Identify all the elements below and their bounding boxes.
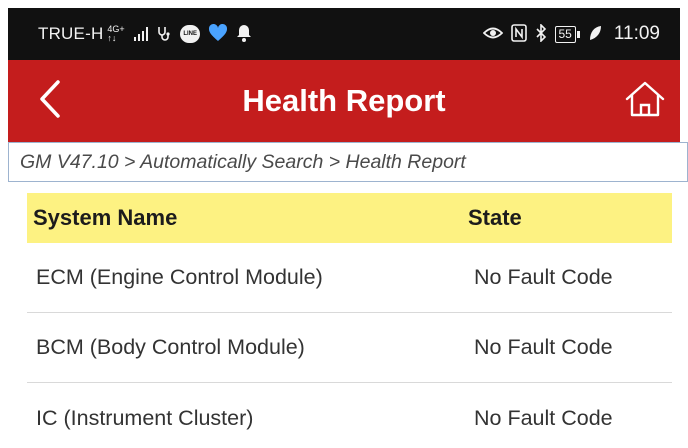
battery-icon: 55 [554,25,581,43]
heart-icon [208,23,228,45]
clock: 11:09 [613,23,660,44]
bell-icon [236,24,252,45]
line-icon: LINE [180,25,201,43]
signal-icon [133,27,149,41]
battery-level: 55 [558,27,572,41]
eye-icon [482,25,503,44]
app-bar: Health Report [8,60,680,142]
status-bar: TRUE-H 4G+ ↑↓ LINE 55 11:09 [8,8,680,60]
table-row[interactable]: IC (Instrument Cluster) No Fault Code [27,383,672,448]
nfc-icon [510,23,527,45]
stethoscope-icon [156,25,172,44]
breadcrumb: GM V47.10 > Automatically Search > Healt… [8,142,688,182]
carrier-name: TRUE-H [38,24,104,43]
page-title: Health Report [242,83,446,118]
health-report-table: System Name State ECM (Engine Control Mo… [27,193,672,448]
home-icon [624,80,666,123]
system-state: No Fault Code [474,335,613,359]
network-indicator: 4G+ ↑↓ [107,25,124,43]
network-activity: ↑↓ [107,33,117,43]
chevron-left-icon [39,79,61,123]
system-name: IC (Instrument Cluster) [36,405,254,430]
system-state: No Fault Code [474,405,613,430]
system-name: ECM (Engine Control Module) [36,265,323,289]
status-right: 55 11:09 [482,22,660,45]
system-state: No Fault Code [474,265,613,289]
breadcrumb-text: GM V47.10 > Automatically Search > Healt… [20,150,466,173]
table-header: System Name State [27,193,672,243]
status-left: TRUE-H 4G+ ↑↓ LINE [38,23,252,45]
table-row[interactable]: BCM (Body Control Module) No Fault Code [27,313,672,383]
back-button[interactable] [30,79,70,123]
leaf-icon [588,25,602,44]
table-row[interactable]: ECM (Engine Control Module) No Fault Cod… [27,243,672,313]
system-name: BCM (Body Control Module) [36,335,305,359]
home-button[interactable] [622,78,668,124]
header-state: State [468,205,522,230]
header-system-name: System Name [33,205,178,230]
bluetooth-icon [535,22,547,45]
